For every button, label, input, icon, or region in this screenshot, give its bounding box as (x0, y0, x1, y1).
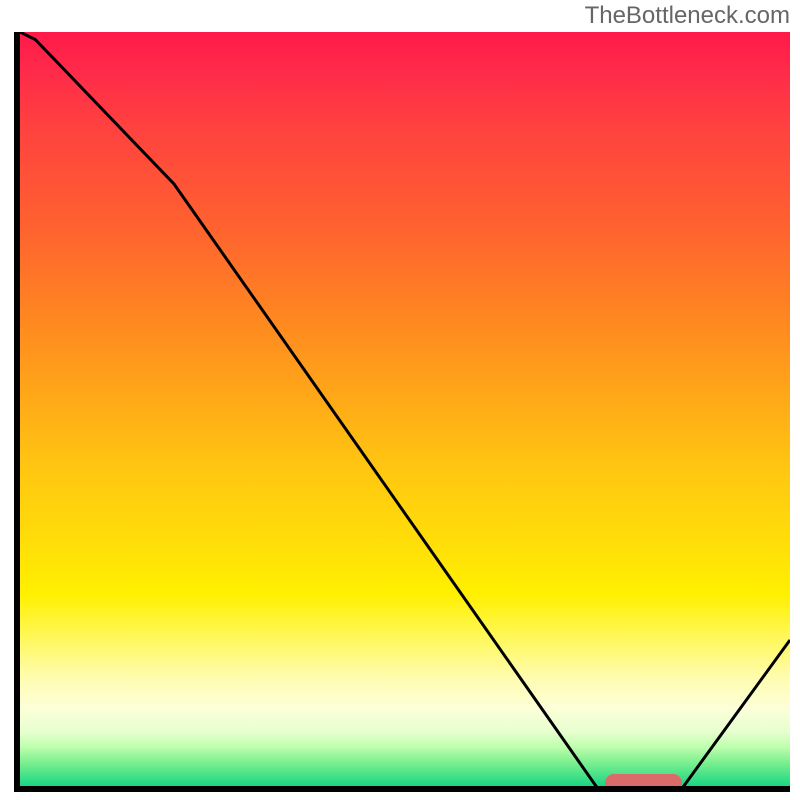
bottleneck-curve (20, 32, 790, 792)
curve-path (20, 32, 790, 792)
plot-area (20, 32, 790, 792)
x-axis (14, 786, 790, 792)
watermark-text: TheBottleneck.com (585, 2, 790, 30)
y-axis (14, 32, 20, 792)
chart-container: TheBottleneck.com (0, 0, 800, 800)
